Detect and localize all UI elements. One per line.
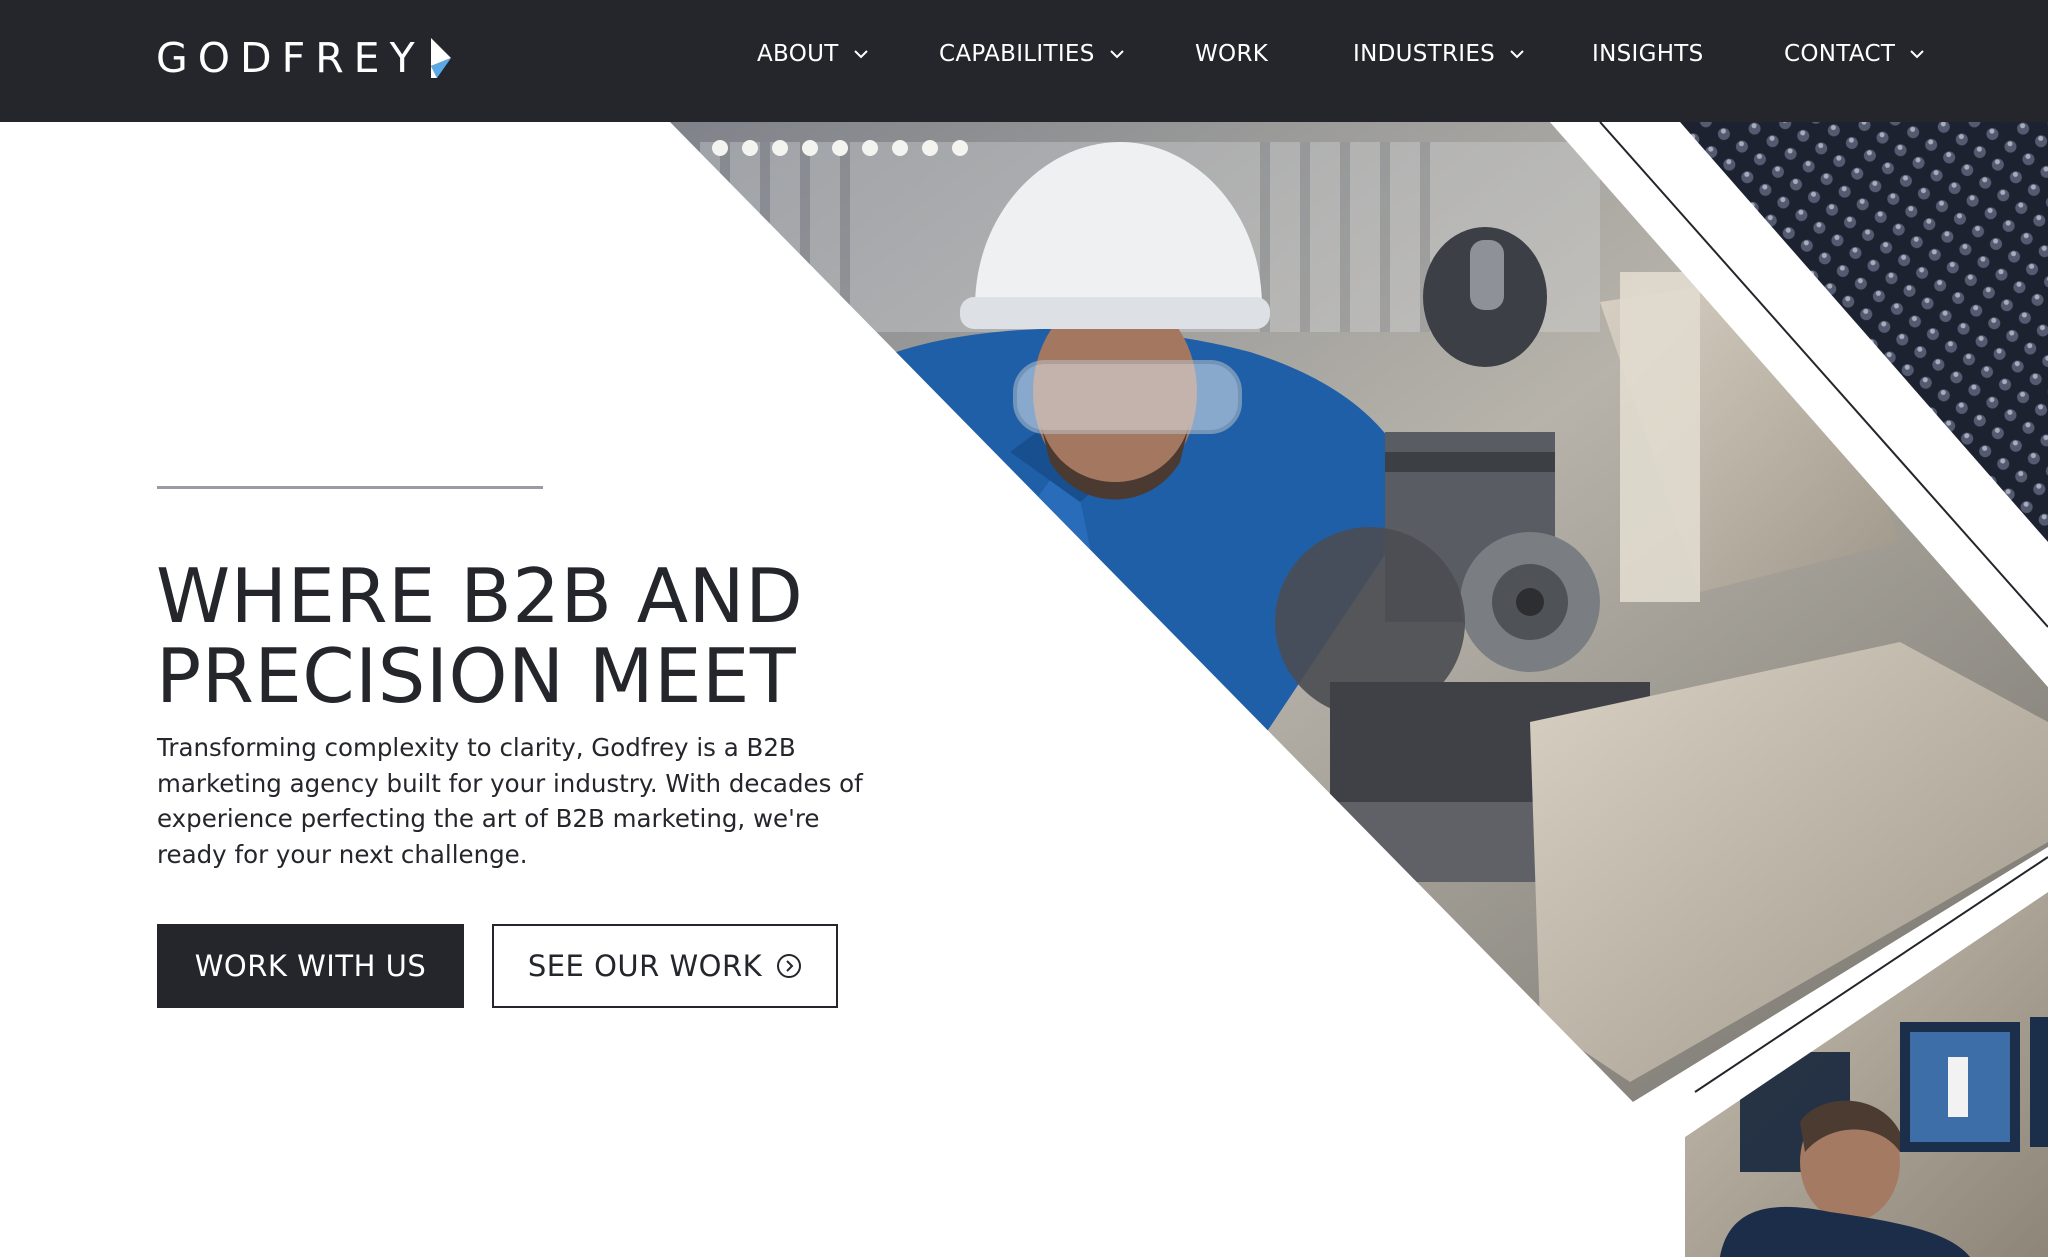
nav-item-label: CAPABILITIES [939,41,1095,67]
hero-title: WHERE B2B AND PRECISION MEET [156,556,916,716]
brand-logo[interactable]: GODFREY [156,34,455,82]
circle-chevron-right-icon [777,954,802,978]
see-our-work-label: SEE OUR WORK [527,949,763,983]
chevron-down-icon [1910,49,1924,58]
nav-item-label: CONTACT [1784,41,1896,67]
nav-item-label: INSIGHTS [1592,41,1704,67]
site-header: GODFREY ABOUT CAPABILITIES WORK INDUSTRI… [0,0,2048,122]
hero-description-line: ready for your next challenge. [157,839,528,869]
nav-item-insights[interactable]: INSIGHTS [1592,32,1704,76]
nav-item-label: INDUSTRIES [1353,41,1496,67]
chevron-down-icon [1109,49,1124,58]
chevron-down-icon [853,49,868,58]
hero-divider-line [157,486,543,489]
hero-title-line: PRECISION MEET [156,632,797,720]
hero-description-line: experience perfecting the art of B2B mar… [157,804,820,833]
nav-item-work[interactable]: WORK [1195,32,1268,76]
hero-description-line: Transforming complexity to clarity, Godf… [157,733,796,762]
nav-item-industries[interactable]: INDUSTRIES [1353,32,1524,76]
chevron-down-icon [1510,49,1524,58]
hero-title-line: WHERE B2B AND [156,552,804,640]
see-our-work-button[interactable]: SEE OUR WORK [492,924,838,1008]
work-with-us-button[interactable]: WORK WITH US [157,924,464,1008]
work-with-us-label: WORK WITH US [194,949,427,983]
nav-item-about[interactable]: ABOUT [757,32,868,76]
chevron-arrow-logo-mark-icon [430,38,451,78]
hero-description: Transforming complexity to clarity, Godf… [157,730,917,872]
nav-item-contact[interactable]: CONTACT [1784,32,1924,76]
nav-item-label: ABOUT [757,41,839,67]
nav-item-label: WORK [1195,41,1269,67]
hero-description-line: marketing agency built for your industry… [157,768,863,798]
brand-name: GODFREY [156,34,425,82]
nav-item-capabilities[interactable]: CAPABILITIES [939,32,1124,76]
